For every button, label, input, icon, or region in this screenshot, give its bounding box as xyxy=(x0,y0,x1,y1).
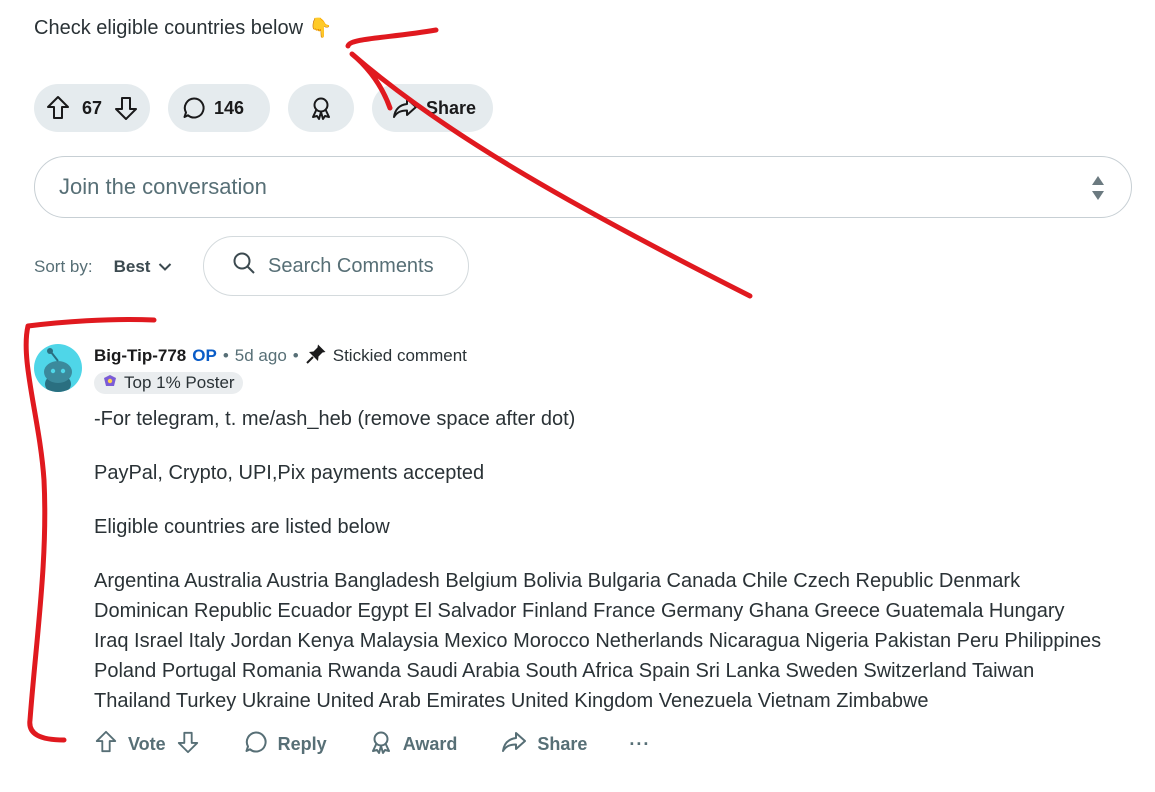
composer-placeholder: Join the conversation xyxy=(59,174,267,199)
flair-badge-icon xyxy=(102,373,118,394)
sort-label: Sort by: xyxy=(34,257,93,276)
more-options-button[interactable]: ··· xyxy=(629,734,650,755)
stickied-label: Stickied comment xyxy=(332,346,467,365)
share-label: Share xyxy=(426,97,477,118)
pin-icon xyxy=(305,343,327,370)
search-icon xyxy=(232,251,256,281)
pointing-down-emoji: 👇 xyxy=(308,18,333,39)
separator-dot: • xyxy=(222,346,229,365)
search-comments-input[interactable]: Search Comments xyxy=(203,236,469,296)
share-button[interactable]: Share xyxy=(501,730,587,759)
comment-author[interactable]: Big-Tip-778 xyxy=(94,346,186,366)
comment-vote-group: Vote xyxy=(94,730,200,759)
award-button[interactable] xyxy=(288,84,354,132)
comments-button[interactable]: 146 xyxy=(168,84,270,132)
award-label: Award xyxy=(402,733,458,754)
reply-button[interactable]: Reply xyxy=(244,730,327,759)
user-flair: Top 1% Poster xyxy=(94,372,243,394)
comment-time[interactable]: 5d ago xyxy=(235,346,287,366)
separator-dot: • xyxy=(292,346,299,365)
flair-text: Top 1% Poster xyxy=(124,373,235,392)
upvote-icon[interactable] xyxy=(46,95,70,121)
downvote-icon[interactable] xyxy=(114,95,138,121)
sort-dropdown[interactable]: Best xyxy=(114,257,151,277)
reply-label: Reply xyxy=(277,733,327,754)
vote-count: 67 xyxy=(81,97,103,118)
comment-bubble-icon xyxy=(244,730,268,759)
share-arrow-icon xyxy=(392,96,418,120)
avatar[interactable] xyxy=(34,344,82,392)
comment-meta: Big-Tip-778 OP • 5d ago • Stickied comme… xyxy=(94,344,1094,368)
post-body-text: Check eligible countries below 👇 xyxy=(34,16,332,40)
comment-action-bar: Vote Reply Award Share ··· xyxy=(94,728,650,760)
countries-list: Argentina Australia Austria Bangladesh B… xyxy=(94,570,1102,712)
award-icon xyxy=(309,95,333,121)
comment-paragraph: PayPal, Crypto, UPI,Pix payments accepte… xyxy=(94,462,485,484)
stickied-comment: Big-Tip-778 OP • 5d ago • Stickied comme… xyxy=(94,344,1094,394)
search-placeholder: Search Comments xyxy=(268,254,434,277)
award-button[interactable]: Award xyxy=(369,729,458,760)
share-arrow-icon xyxy=(501,730,527,759)
comment-composer[interactable]: Join the conversation xyxy=(34,156,1132,218)
resize-stepper-icon[interactable] xyxy=(1091,174,1105,207)
comment-paragraph: Eligible countries are listed below xyxy=(94,516,390,538)
upvote-icon[interactable] xyxy=(94,730,118,759)
share-button[interactable]: Share xyxy=(372,84,493,132)
chevron-down-icon[interactable] xyxy=(158,257,172,277)
comment-paragraph: -For telegram, t. me/ash_heb (remove spa… xyxy=(94,408,576,430)
sort-control: Sort by: Best xyxy=(34,257,172,277)
vote-label: Vote xyxy=(128,733,166,754)
downvote-icon[interactable] xyxy=(176,730,200,759)
post-vote-pill: 67 xyxy=(34,84,150,132)
share-label: Share xyxy=(537,733,588,754)
comment-bubble-icon xyxy=(182,96,206,120)
op-badge: OP xyxy=(192,346,217,365)
award-icon xyxy=(369,729,393,760)
comment-count: 146 xyxy=(214,97,245,118)
post-text: Check eligible countries below xyxy=(34,17,304,39)
